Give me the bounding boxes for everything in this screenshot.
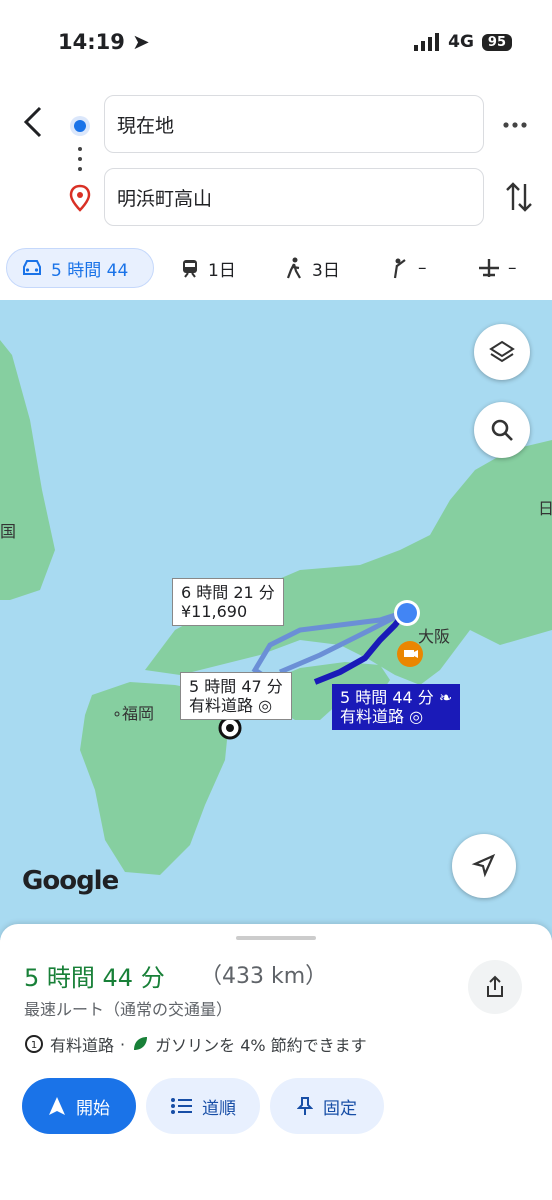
list-icon (171, 1098, 192, 1114)
pin-label: 固定 (323, 1098, 357, 1119)
tab-walk[interactable]: 3日 (284, 248, 340, 288)
origin-text: 現在地 (117, 114, 175, 137)
navigation-arrow-icon (471, 853, 496, 878)
tab-flight-label: – (508, 258, 517, 278)
more-vert-icon (503, 122, 527, 128)
walk-icon (286, 257, 301, 279)
eco-label: ガソリンを 4% 節約できます (155, 1036, 367, 1055)
back-button[interactable] (18, 104, 50, 140)
route-label-alt2[interactable]: 5 時間 47 分 有料道路 ◎ (180, 672, 292, 720)
layers-icon (489, 340, 515, 363)
destination-marker-icon (218, 716, 242, 744)
best-time: 5 時間 44 分 (340, 688, 434, 707)
navigation-arrow-icon (49, 1097, 65, 1115)
swap-arrows-icon (506, 182, 532, 212)
toll-icon: ◎ (258, 696, 273, 715)
city-label-fukuoka: ∘福岡 (112, 704, 155, 723)
origin-input[interactable]: 現在地 (104, 95, 484, 153)
start-navigation-button[interactable]: 開始 (22, 1078, 136, 1134)
travel-mode-tabs: 5 時間 44 1日 3日 – – (0, 248, 552, 292)
best-toll: 有料道路 (340, 707, 405, 726)
route-label-alt1[interactable]: 6 時間 21 分 ¥11,690 (172, 578, 284, 626)
eco-leaf-icon (134, 1037, 148, 1050)
pin-route-button[interactable]: 固定 (270, 1078, 384, 1134)
train-icon (183, 260, 197, 278)
pin-icon (297, 1097, 313, 1115)
tab-flight[interactable]: – (478, 248, 517, 288)
map-search-button[interactable] (474, 402, 530, 458)
car-icon (23, 260, 41, 275)
info-separator: · (120, 1034, 126, 1054)
route-distance: （433 km） (200, 964, 328, 989)
back-arrow-icon (23, 106, 42, 138)
best-time-row: 5 時間 44 分 ❧ (340, 688, 452, 707)
steps-label: 道順 (202, 1098, 236, 1119)
location-arrow-icon: ➤ (132, 30, 150, 54)
status-indicators: 4G 95 (414, 32, 512, 52)
recenter-button[interactable] (452, 834, 516, 898)
destination-pin-icon (68, 184, 92, 216)
route-label-best[interactable]: 5 時間 44 分 ❧ 有料道路 ◎ (332, 684, 461, 730)
origin-dot-icon (68, 114, 92, 142)
tab-walk-label: 3日 (312, 260, 340, 281)
alt2-toll-row: 有料道路 ◎ (189, 696, 283, 715)
directions-list-button[interactable]: 道順 (146, 1078, 260, 1134)
route-duration: 5 時間 44 分 (24, 964, 165, 992)
share-button[interactable] (468, 960, 522, 1014)
eco-leaf-icon: ❧ (438, 688, 453, 707)
status-time-text: 14:19 (58, 30, 125, 54)
best-toll-row: 有料道路 ◎ (340, 707, 452, 726)
tab-rideshare[interactable]: – (388, 248, 427, 288)
route-subtitle: 最速ルート（通常の交通量） (24, 1000, 233, 1019)
destination-input[interactable]: 明浜町高山 (104, 168, 484, 226)
svg-text:1: 1 (31, 1040, 37, 1051)
search-icon (491, 419, 513, 441)
map-view[interactable]: 国 日 ∘福岡 大阪 6 時間 21 分 ¥11,690 5 時間 47 分 有… (0, 300, 552, 940)
toll-icon: 1 (25, 1035, 43, 1053)
destination-text: 明浜町高山 (117, 187, 213, 210)
tab-transit-label: 1日 (208, 260, 236, 281)
city-label-osaka: 大阪 (418, 627, 451, 646)
alt1-toll: ¥11,690 (181, 602, 248, 621)
sheet-drag-handle[interactable] (236, 936, 316, 940)
signal-icon (414, 33, 440, 51)
tab-rideshare-label: – (418, 258, 427, 278)
toll-icon: ◎ (409, 707, 424, 726)
battery-level: 95 (481, 33, 512, 51)
google-logo: Google (22, 866, 119, 896)
swap-route-button[interactable] (506, 180, 532, 218)
tab-transit[interactable]: 1日 (180, 248, 236, 288)
toll-label: 有料道路 (50, 1036, 115, 1055)
rideshare-icon (393, 258, 406, 279)
status-time: 14:19 ➤ (58, 30, 150, 54)
plane-icon (479, 259, 499, 277)
alt2-time: 5 時間 47 分 (189, 677, 283, 696)
route-info-row: 1 有料道路 · ガソリンを 4% 節約できます (24, 1032, 367, 1056)
more-options-button[interactable] (502, 112, 528, 142)
alt2-toll: 有料道路 (189, 696, 254, 715)
alt1-time: 6 時間 21 分 (181, 583, 275, 602)
city-label-left: 国 (0, 522, 17, 541)
route-dots-icon (77, 146, 83, 178)
share-icon (487, 975, 503, 997)
map-layers-button[interactable] (474, 324, 530, 380)
start-label: 開始 (76, 1098, 110, 1119)
tab-drive[interactable]: 5 時間 44 (6, 248, 154, 288)
tab-drive-label: 5 時間 44 (51, 260, 129, 281)
network-type: 4G (448, 32, 474, 52)
city-label-right: 日 (538, 499, 552, 518)
fukuoka-text: 福岡 (122, 704, 155, 723)
